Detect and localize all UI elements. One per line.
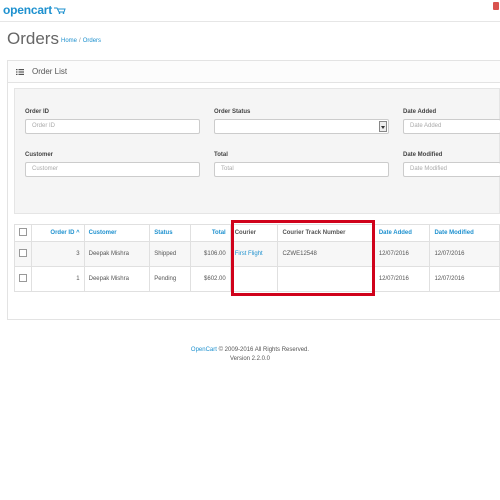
customer-input[interactable]: Customer [25, 162, 200, 177]
sort-ascending-icon: ^ [76, 230, 80, 236]
date-added-cell: 12/07/2016 [373, 266, 431, 292]
footer-opencart-link[interactable]: OpenCart [191, 347, 217, 353]
list-icon [16, 68, 24, 75]
row-checkbox[interactable] [19, 249, 27, 257]
footer-version: Version 2.2.0.0 [229, 356, 271, 362]
date-modified-input[interactable]: Date Modified [403, 162, 500, 177]
breadcrumb: Home / Orders [61, 38, 101, 44]
track-number-cell [277, 266, 375, 292]
panel-title: Order List [32, 67, 68, 76]
table-row: 3 Deepak Mishra Shipped $106.00 First Fl… [14, 241, 500, 267]
col-total[interactable]: Total [189, 224, 231, 242]
row-select-cell [14, 266, 32, 292]
order-status-label: Order Status [214, 109, 251, 115]
order-id-label: Order ID [25, 109, 50, 115]
customer-cell: Deepak Mishra [83, 241, 151, 267]
row-checkbox[interactable] [19, 274, 27, 282]
order-id-cell: 3 [31, 241, 85, 267]
order-id-input[interactable]: Order ID [25, 119, 200, 134]
table-row: 1 Deepak Mishra Pending $602.00 12/07/20… [14, 266, 500, 292]
footer-copyright-line: OpenCart © 2009-2016 All Rights Reserved… [0, 346, 500, 355]
logo-text: opencart [3, 3, 53, 17]
total-input[interactable]: Total [214, 162, 389, 177]
date-added-cell: 12/07/2016 [373, 241, 431, 267]
footer: OpenCart © 2009-2016 All Rights Reserved… [0, 346, 500, 364]
order-id-cell: 1 [31, 266, 85, 292]
col-order-id[interactable]: Order ID ^ [31, 224, 85, 242]
chevron-down-icon [379, 121, 387, 132]
breadcrumb-separator: / [79, 38, 81, 44]
sort-total-link[interactable]: Total [212, 230, 226, 236]
breadcrumb-orders[interactable]: Orders [83, 38, 101, 44]
cart-icon [54, 7, 66, 14]
status-cell: Shipped [149, 241, 191, 267]
panel-heading: Order List [8, 61, 500, 83]
sort-customer-link[interactable]: Customer [89, 230, 117, 236]
table-header-row: Order ID ^ Customer Status Total Courier… [14, 224, 500, 242]
col-courier: Courier [229, 224, 279, 242]
sort-date-added-link[interactable]: Date Added [379, 230, 412, 236]
footer-copyright: © 2009-2016 All Rights Reserved. [218, 347, 310, 353]
date-modified-label: Date Modified [403, 152, 443, 158]
notification-icon[interactable] [493, 2, 499, 10]
select-all-cell [14, 224, 32, 242]
top-header: opencart [0, 0, 500, 22]
col-date-modified[interactable]: Date Modified [429, 224, 500, 242]
date-added-input[interactable]: Date Added [403, 119, 500, 134]
opencart-logo[interactable]: opencart [3, 3, 66, 17]
customer-cell: Deepak Mishra [83, 266, 151, 292]
date-added-label: Date Added [403, 109, 437, 115]
sort-order-id-link[interactable]: Order ID [50, 230, 74, 236]
total-cell: $602.00 [189, 266, 231, 292]
date-modified-cell: 12/07/2016 [429, 241, 500, 267]
status-cell: Pending [149, 266, 191, 292]
track-number-cell: CZWE12548 [277, 241, 375, 267]
orders-table: Order ID ^ Customer Status Total Courier… [14, 224, 500, 292]
select-all-checkbox[interactable] [19, 228, 27, 236]
filter-area: Order ID Order ID Order Status Date Adde… [14, 88, 500, 214]
col-status[interactable]: Status [149, 224, 191, 242]
page-title: Orders [7, 29, 59, 48]
col-customer[interactable]: Customer [83, 224, 151, 242]
courier-cell: First Flight [229, 241, 279, 267]
date-modified-cell: 12/07/2016 [429, 266, 500, 292]
breadcrumb-home[interactable]: Home [61, 38, 77, 44]
sort-date-modified-link[interactable]: Date Modified [434, 230, 473, 236]
row-select-cell [14, 241, 32, 267]
customer-label: Customer [25, 152, 54, 158]
courier-link[interactable]: First Flight [235, 251, 263, 257]
sort-status-link[interactable]: Status [154, 230, 172, 236]
total-label: Total [214, 152, 228, 158]
col-date-added[interactable]: Date Added [373, 224, 431, 242]
courier-cell [229, 266, 279, 292]
order-status-select[interactable] [214, 119, 389, 134]
col-courier-track: Courier Track Number [277, 224, 375, 242]
total-cell: $106.00 [189, 241, 231, 267]
